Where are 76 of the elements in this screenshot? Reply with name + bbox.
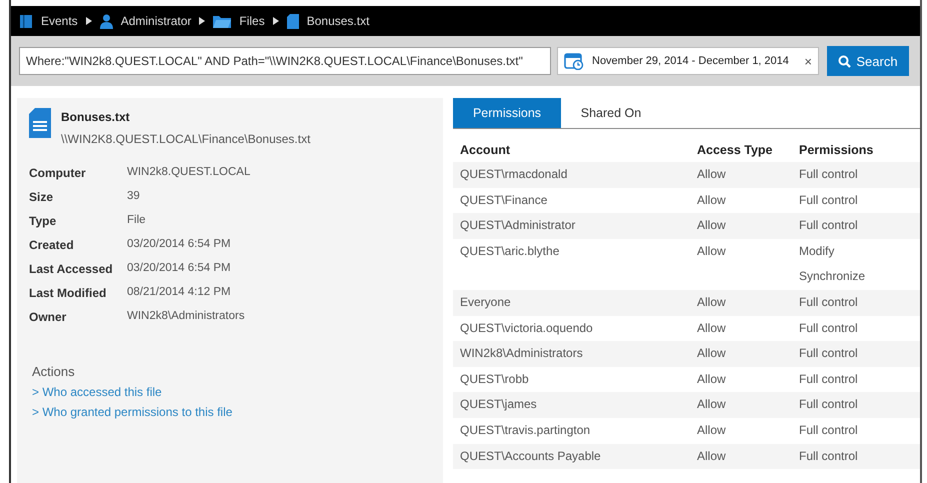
table-cell-text: Allow: [697, 345, 727, 362]
breadcrumb-link[interactable]: Bonuses.txt: [306, 14, 370, 28]
property-label: Last Modified: [29, 286, 108, 302]
table-cell-text: QUEST\Accounts Payable: [460, 448, 602, 465]
breadcrumb-link[interactable]: Administrator: [120, 14, 192, 28]
table-cell-text: QUEST\aric.blythe: [460, 242, 560, 260]
user-icon: [100, 14, 113, 28]
actions-heading: Actions: [32, 364, 76, 379]
table-cell-text: Full control: [799, 396, 859, 414]
property-label: Type: [29, 214, 58, 230]
property-value: 03/20/2014 6:54 PM: [127, 262, 232, 276]
breadcrumb-arrow-icon: [272, 17, 279, 25]
table-cell-text: Allow: [697, 422, 727, 439]
table-cell-text: Modify: [799, 242, 836, 260]
tab[interactable]: Shared On: [561, 98, 661, 128]
tab[interactable]: Permissions: [453, 98, 561, 128]
table-cell-text: Full control: [799, 448, 859, 465]
table-cell-text: Allow: [697, 242, 727, 260]
file-icon: [286, 14, 299, 28]
column-header: Access Type: [690, 138, 792, 162]
property-label: Computer: [29, 166, 87, 182]
calendar-icon: [564, 52, 584, 70]
table-cell-text: WIN2k8\Administrators: [460, 345, 584, 362]
table-cell-text: Full control: [799, 217, 859, 234]
table-cell-text: Full control: [799, 192, 859, 209]
table-cell-text: Synchronize: [799, 268, 866, 286]
table-cell-text: Allow: [697, 192, 727, 209]
table-cell-text: Allow: [697, 294, 727, 311]
search-icon: [838, 54, 852, 68]
table-cell-text: QUEST\travis.partington: [460, 422, 592, 439]
breadcrumb-link[interactable]: Events: [41, 14, 78, 28]
table-cell-text: Full control: [799, 370, 859, 388]
book-icon: [19, 14, 33, 28]
breadcrumb-link[interactable]: Files: [239, 14, 265, 28]
table-cell-text: QUEST\rmacdonald: [460, 166, 568, 183]
table-cell-text: QUEST\Finance: [460, 192, 548, 209]
property-value: 03/20/2014 6:54 PM: [127, 238, 232, 252]
table-cell-text: Full control: [799, 422, 859, 439]
action-link[interactable]: > Who accessed this file: [32, 385, 433, 399]
table-cell-text: Full control: [799, 294, 859, 311]
breadcrumb-arrow-icon: [86, 17, 92, 25]
property-value: 08/21/2014 4:12 PM: [127, 286, 232, 300]
search-button[interactable]: Search: [827, 46, 909, 76]
property-label: Size: [29, 190, 54, 206]
property-value: WIN2k8\Administrators: [127, 310, 246, 324]
table-cell-text: Full control: [799, 345, 859, 362]
table-cell-text: QUEST\james: [460, 396, 538, 414]
table-cell-text: Allow: [697, 217, 727, 234]
property-label: Created: [29, 238, 75, 254]
folder-icon: [213, 14, 232, 28]
table-cell-text: QUEST\Administrator: [460, 217, 576, 234]
column-header: Permissions: [792, 138, 920, 162]
breadcrumb-arrow-icon: [199, 17, 206, 25]
search-query-field[interactable]: Where:"WIN2k8.QUEST.LOCAL" AND Path="\\WIN2K8.QUEST.LOCAL\Finance\Bonuses.txt": [19, 47, 551, 75]
table-cell-text: Full control: [799, 320, 859, 337]
clear-button[interactable]: ×: [804, 54, 812, 68]
table-cell-text: Allow: [697, 166, 727, 183]
property-label: Owner: [29, 310, 68, 326]
column-header: Account: [453, 138, 690, 162]
date-range-field[interactable]: November 29, 2014 - December 1, 2014 ×: [557, 47, 819, 75]
file-name: Bonuses.txt: [61, 110, 131, 124]
table-cell-text: Allow: [697, 396, 727, 414]
table-cell-text: Allow: [697, 370, 727, 388]
table-cell-text: Allow: [697, 448, 727, 465]
property-value: 39: [127, 190, 141, 204]
property-value: File: [127, 214, 147, 228]
file-path: \\WIN2K8.QUEST.LOCAL\Finance\Bonuses.txt: [61, 132, 310, 146]
action-link[interactable]: > Who granted permissions to this file: [32, 405, 433, 419]
table-cell-text: QUEST\victoria.oquendo: [460, 320, 594, 337]
table-cell-text: QUEST\robb: [460, 370, 530, 388]
property-value: WIN2k8.QUEST.LOCAL: [127, 166, 252, 180]
property-label: Last Accessed: [29, 262, 114, 278]
table-cell-text: Allow: [697, 320, 727, 337]
document-icon: [29, 108, 51, 138]
table-cell-text: Everyone: [460, 294, 512, 311]
table-cell-text: Full control: [799, 166, 859, 183]
